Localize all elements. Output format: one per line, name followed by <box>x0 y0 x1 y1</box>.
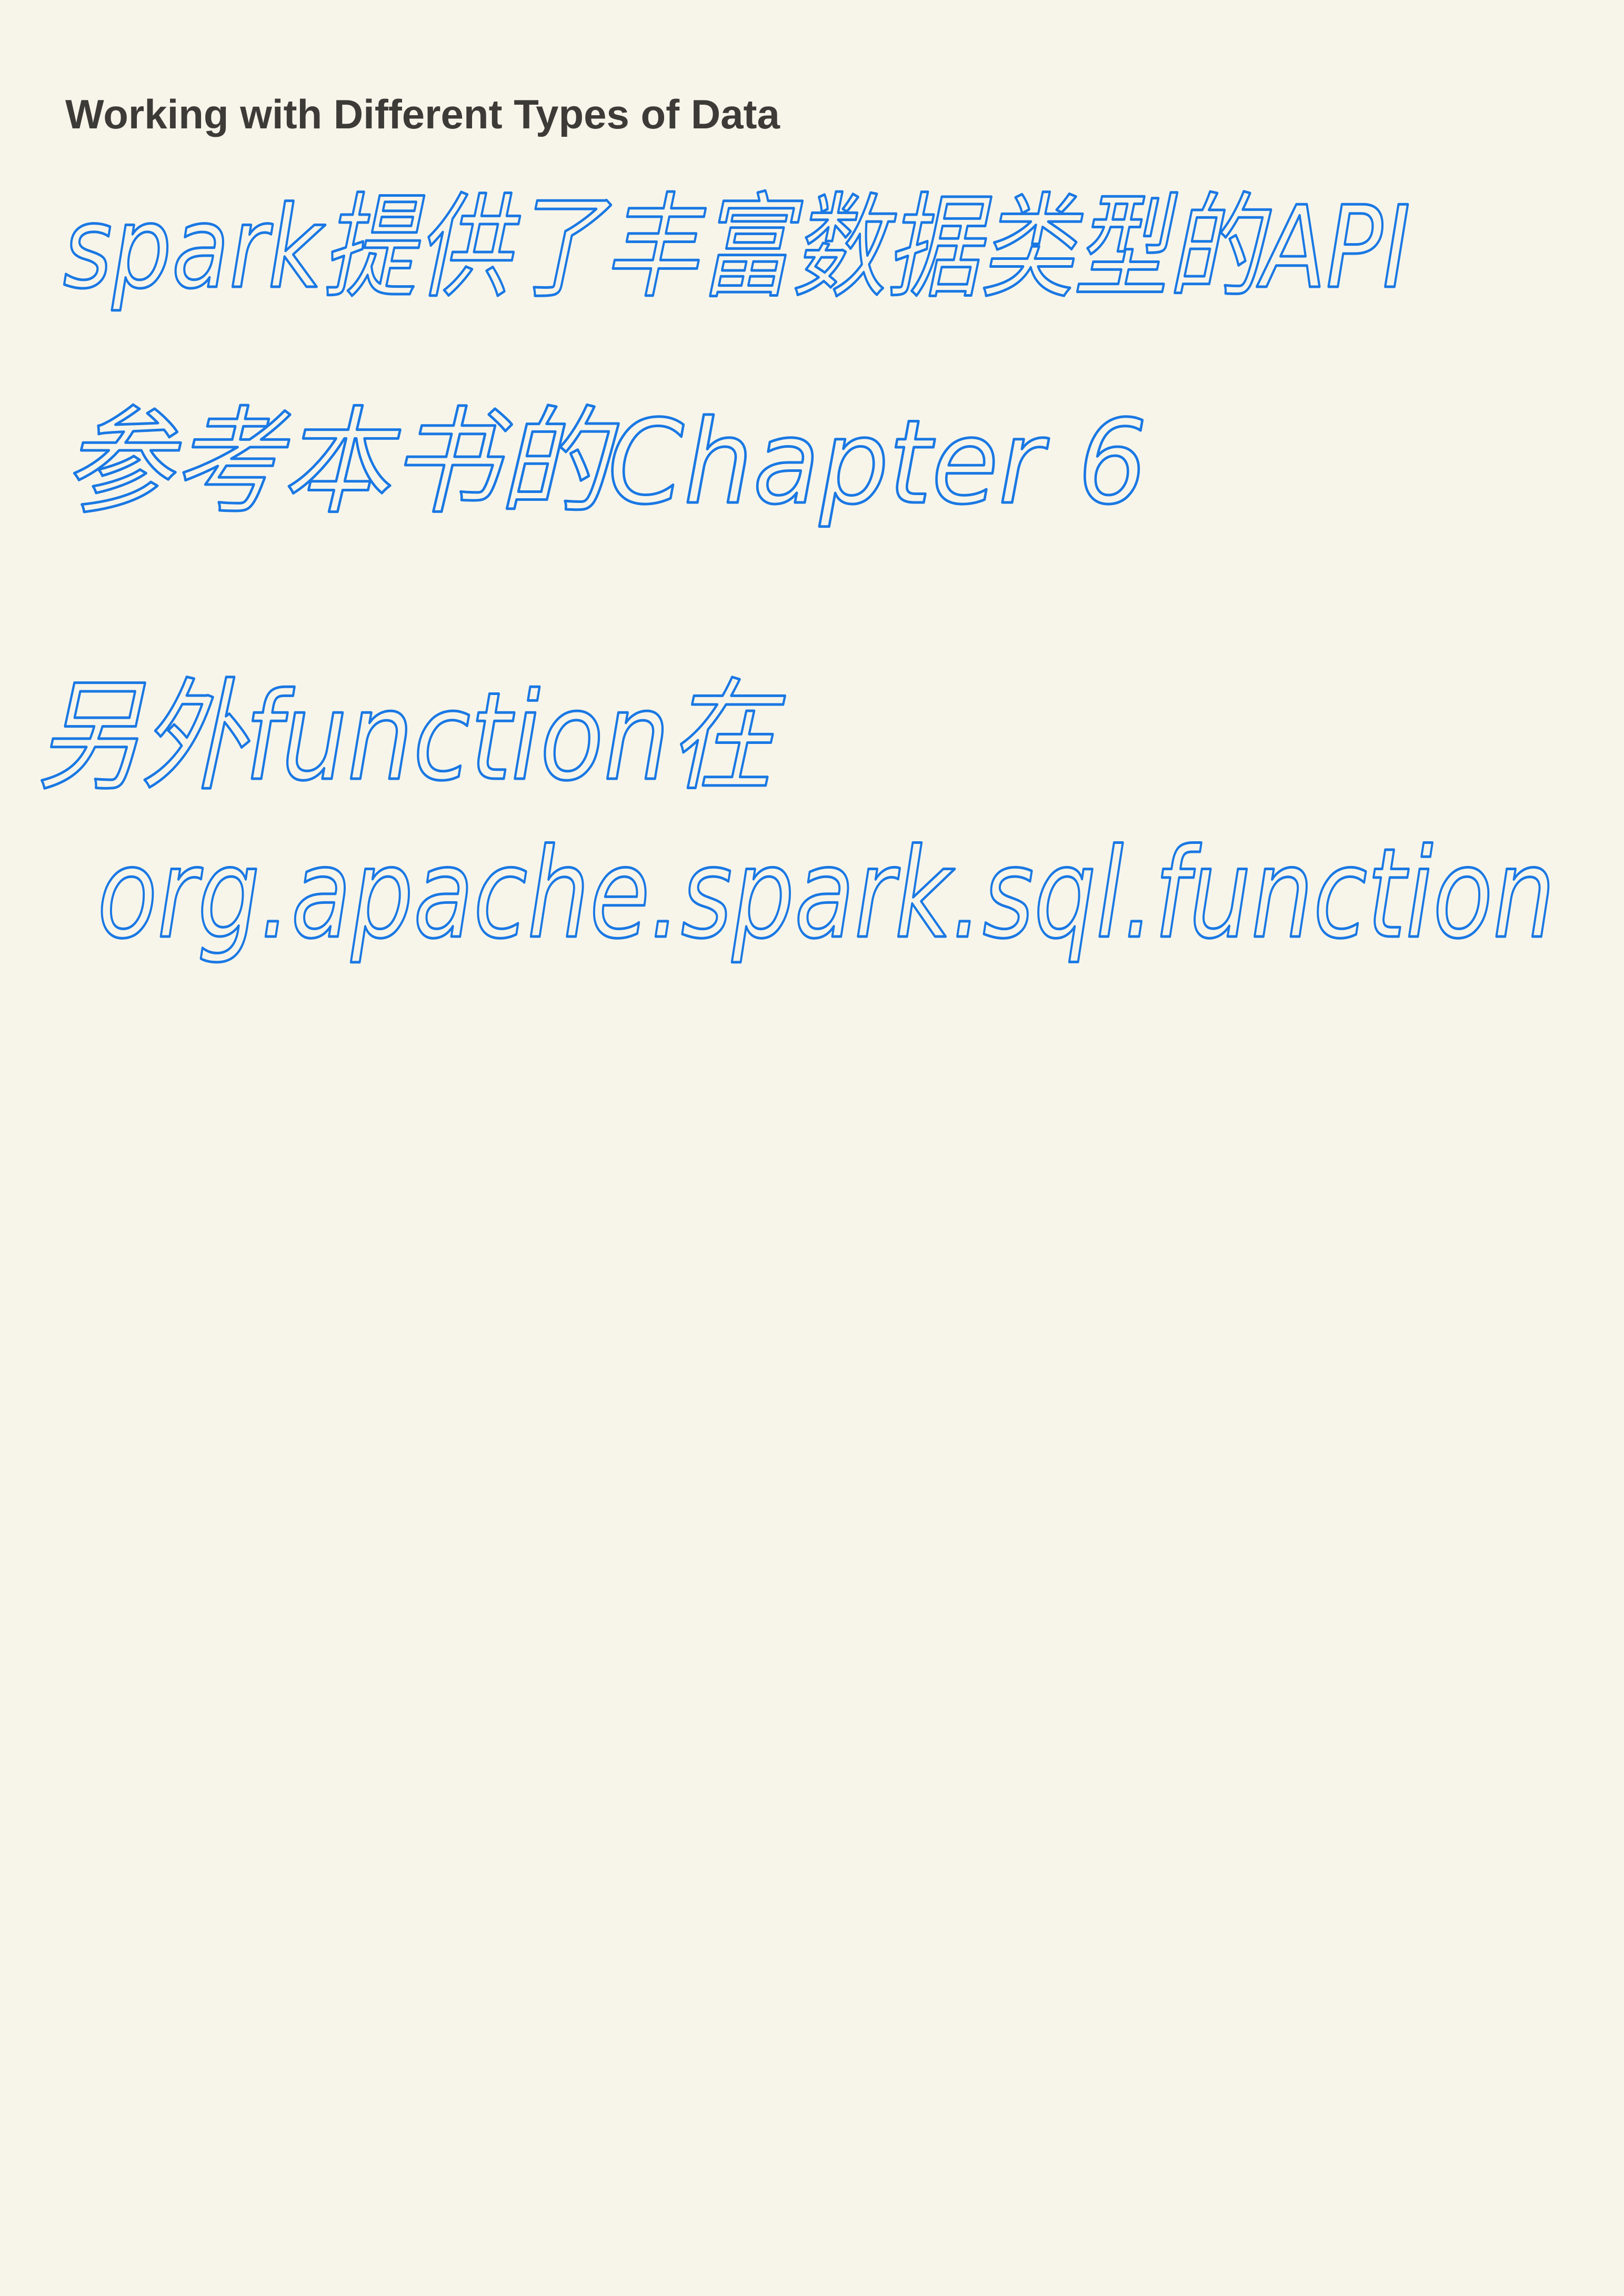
handwritten-line-2: 参考本书的Chapter 6 <box>63 395 1147 530</box>
handwritten-line-4: org.apache.spark.sql.function <box>97 822 1555 966</box>
handwritten-line-3: 另外function在 <box>37 667 785 808</box>
handwritten-notes: spark提供了丰富数据类型的API 参考本书的Chapter 6 另外func… <box>36 180 1557 968</box>
note-page: Working with Different Types of Data spa… <box>0 0 1624 2296</box>
handwritten-line-1: spark提供了丰富数据类型的API <box>63 182 1410 314</box>
